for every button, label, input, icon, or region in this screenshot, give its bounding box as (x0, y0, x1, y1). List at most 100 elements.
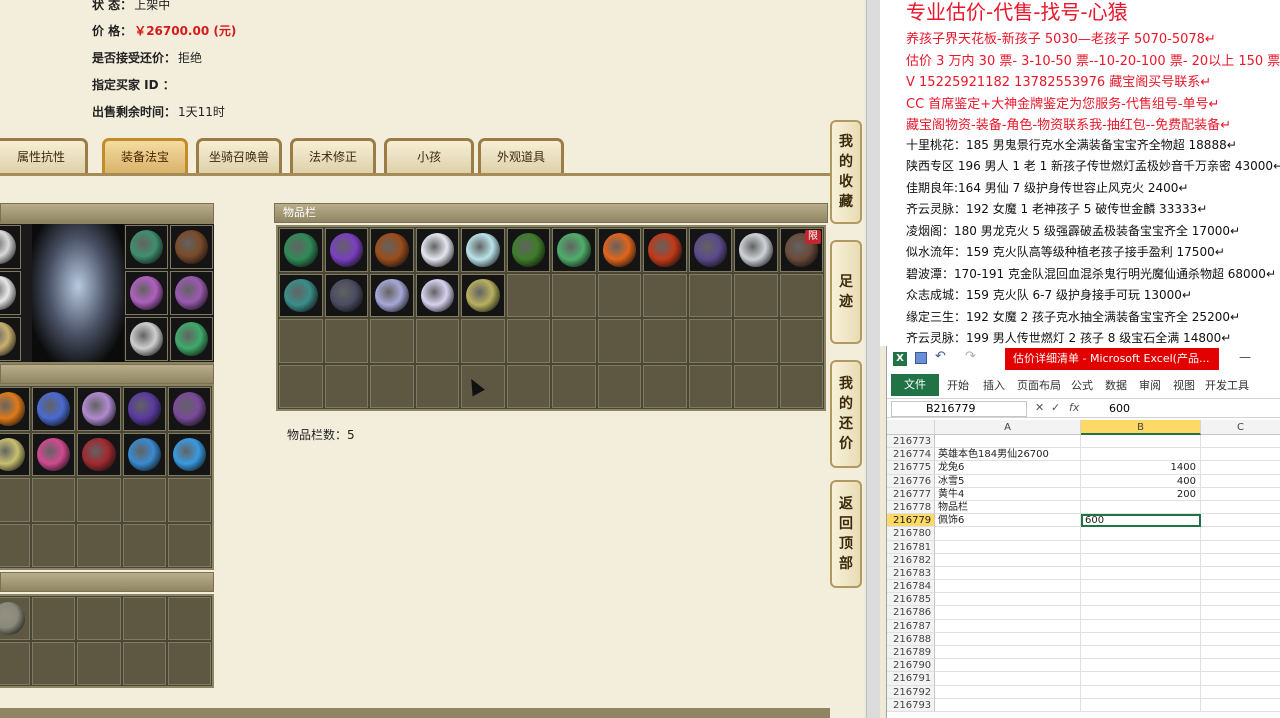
cell-b[interactable] (1081, 685, 1201, 699)
cell-c[interactable] (1201, 514, 1280, 528)
empty-slot[interactable] (324, 364, 368, 408)
empty-slot[interactable] (552, 273, 596, 317)
empty-slot[interactable] (0, 478, 31, 522)
cell-a[interactable]: 物品栏 (935, 500, 1081, 515)
cell-a[interactable]: 黄牛4 (935, 487, 1081, 501)
enter-icon[interactable]: ✓ (1051, 401, 1060, 414)
cell-a[interactable] (935, 435, 1081, 449)
cell-c[interactable] (1201, 448, 1280, 462)
select-all-corner[interactable] (887, 420, 935, 435)
cell-c[interactable] (1201, 646, 1280, 660)
empty-slot[interactable] (77, 642, 121, 685)
cell-b[interactable] (1081, 606, 1201, 620)
empty-slot[interactable] (461, 319, 505, 363)
item-slot[interactable] (324, 273, 368, 317)
redo-icon[interactable]: ↷ (965, 349, 976, 364)
ribbon-tab[interactable]: 公式 (1071, 377, 1093, 393)
tab-1[interactable]: 属性抗性 (0, 138, 88, 174)
ribbon-tab[interactable]: 数据 (1105, 377, 1127, 393)
ribbon-tab[interactable]: 插入 (983, 377, 1005, 393)
item-slot[interactable] (0, 597, 31, 640)
row-header[interactable]: 216791 (887, 672, 935, 686)
file-tab[interactable]: 文件 (891, 374, 939, 396)
empty-slot[interactable] (167, 478, 211, 522)
tab-6[interactable]: 外观道具 (478, 138, 564, 174)
cell-a[interactable] (935, 632, 1081, 646)
cell-b[interactable] (1081, 580, 1201, 594)
row-header[interactable]: 216786 (887, 606, 935, 620)
empty-slot[interactable] (0, 523, 31, 567)
cell-c[interactable] (1201, 699, 1280, 712)
item-slot[interactable] (597, 228, 641, 272)
empty-slot[interactable] (552, 319, 596, 363)
row-header[interactable]: 216792 (887, 685, 935, 699)
name-box[interactable]: B216779 (891, 401, 1027, 417)
empty-slot[interactable] (779, 319, 823, 363)
cell-b[interactable] (1081, 698, 1201, 712)
row-header[interactable]: 216776 (887, 474, 935, 488)
tab-4[interactable]: 法术修正 (290, 138, 376, 174)
cell-a[interactable]: 龙兔6 (935, 461, 1081, 475)
cell-b[interactable] (1081, 632, 1201, 646)
item-slot[interactable] (0, 317, 21, 361)
cell-a[interactable]: 英雄本色184男仙26700 (935, 448, 1081, 462)
cell-a[interactable] (935, 619, 1081, 633)
row-header[interactable]: 216787 (887, 619, 935, 633)
empty-slot[interactable] (324, 319, 368, 363)
cell-b[interactable] (1081, 619, 1201, 633)
row-header[interactable]: 216785 (887, 593, 935, 607)
row-header[interactable]: 216778 (887, 500, 935, 515)
item-slot[interactable] (0, 271, 21, 315)
row-header[interactable]: 216777 (887, 487, 935, 501)
row-header[interactable]: 216784 (887, 580, 935, 594)
tab-3[interactable]: 坐骑召唤兽 (196, 138, 282, 174)
empty-slot[interactable] (779, 273, 823, 317)
cell-a[interactable] (935, 672, 1081, 686)
empty-slot[interactable] (643, 273, 687, 317)
empty-slot[interactable] (597, 319, 641, 363)
ribbon-tab[interactable]: 视图 (1173, 377, 1195, 393)
item-slot[interactable] (170, 225, 213, 269)
cell-c[interactable] (1201, 501, 1280, 515)
tab-5[interactable]: 小孩 (384, 138, 474, 174)
cell-c[interactable] (1201, 541, 1280, 554)
item-slot[interactable] (0, 432, 31, 476)
cell-a[interactable] (935, 540, 1081, 554)
row-header[interactable]: 216775 (887, 461, 935, 475)
cell-b[interactable] (1081, 566, 1201, 581)
item-slot[interactable] (279, 228, 323, 272)
cell-c[interactable] (1201, 633, 1280, 646)
ribbon-tab[interactable]: 开始 (947, 377, 969, 393)
item-slot[interactable] (552, 228, 596, 272)
empty-slot[interactable] (32, 642, 76, 685)
footprint-button[interactable]: 足迹 (830, 240, 862, 344)
cell-b[interactable] (1081, 527, 1201, 541)
empty-slot[interactable] (279, 319, 323, 363)
empty-slot[interactable] (688, 364, 732, 408)
item-slot[interactable] (32, 432, 76, 476)
item-slot[interactable] (125, 225, 168, 269)
empty-slot[interactable] (597, 273, 641, 317)
undo-icon[interactable]: ↶ (935, 349, 946, 364)
item-slot[interactable] (461, 273, 505, 317)
cell-b[interactable] (1081, 646, 1201, 660)
empty-slot[interactable] (32, 597, 76, 640)
cell-b[interactable] (1081, 448, 1201, 462)
empty-slot[interactable] (734, 319, 778, 363)
item-slot[interactable] (170, 317, 213, 361)
empty-slot[interactable] (279, 364, 323, 408)
tab-2[interactable]: 装备法宝 (102, 138, 188, 174)
column-header-a[interactable]: A (935, 420, 1081, 435)
item-slot[interactable] (122, 387, 166, 431)
empty-slot[interactable] (32, 523, 76, 567)
row-header[interactable]: 216783 (887, 566, 935, 581)
empty-slot[interactable] (77, 597, 121, 640)
cell-b[interactable]: 1400 (1081, 461, 1201, 475)
formula-input[interactable]: 600 (1109, 401, 1130, 417)
cell-b[interactable] (1081, 659, 1201, 673)
item-slot[interactable] (0, 387, 31, 431)
cell-c[interactable] (1201, 580, 1280, 594)
cell-b[interactable]: 400 (1081, 474, 1201, 488)
cell-b[interactable] (1081, 672, 1201, 686)
item-slot[interactable] (167, 432, 211, 476)
